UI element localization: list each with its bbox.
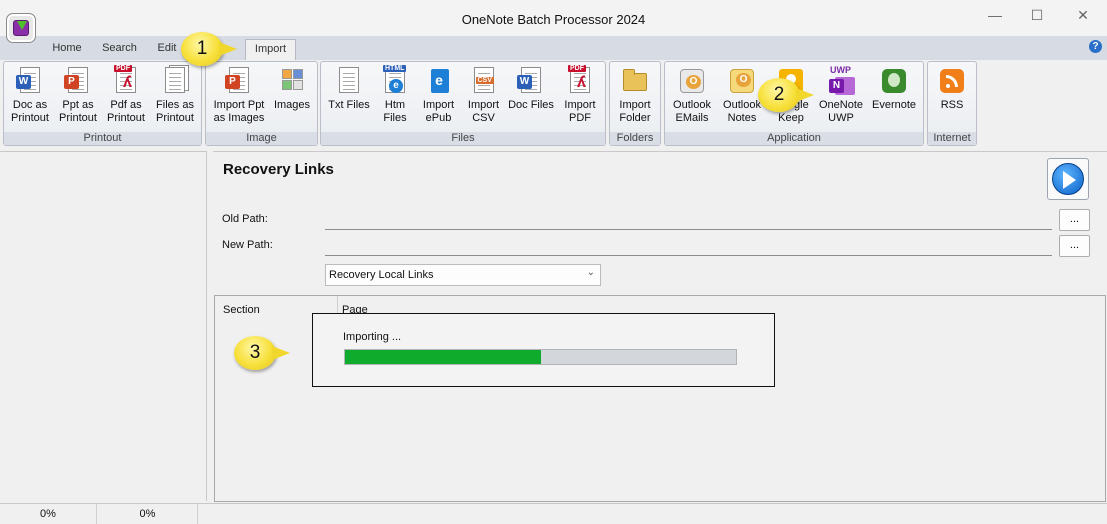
files-icon — [161, 65, 189, 97]
old-path-field[interactable] — [325, 210, 1052, 230]
maximize-button[interactable]: ☐ — [1025, 6, 1049, 26]
new-path-field[interactable] — [325, 236, 1052, 256]
group-label-image: Image — [206, 132, 317, 145]
chevron-down-icon: ⌄ — [586, 267, 595, 278]
import-csv-button[interactable]: CSV Import CSV — [461, 64, 506, 130]
app-logo-icon[interactable] — [6, 13, 36, 43]
onenote-uwp-button[interactable]: UWP N OneNote UWP — [815, 64, 867, 130]
tab-search[interactable]: Search — [97, 39, 142, 60]
notebook-tree-pane[interactable] — [0, 151, 207, 501]
folder-icon — [621, 67, 649, 97]
status-progress-2: 0% — [98, 504, 198, 524]
powerpoint-images-icon: P — [225, 67, 253, 97]
ribbon-group-files: Txt Files HTML e Htm Files e Import ePub … — [320, 61, 606, 146]
ribbon: W Doc as Printout P Ppt as Printout PDF ʎ… — [0, 60, 1107, 150]
title-bar: OneNote Batch Processor 2024 — ☐ ✕ — [0, 0, 1107, 43]
tab-home[interactable]: Home — [46, 39, 88, 60]
ribbon-group-folders: Import Folder Folders — [609, 61, 661, 146]
recovery-mode-select[interactable]: Recovery Local Links ⌄ — [325, 264, 601, 286]
onenote-uwp-icon: UWP N — [827, 65, 855, 97]
ribbon-group-internet: RSS Internet — [927, 61, 977, 146]
htm-files-button[interactable]: HTML e Htm Files — [374, 64, 416, 130]
column-header-section[interactable]: Section — [223, 304, 260, 316]
files-as-printout-button[interactable]: Files as Printout — [150, 64, 200, 130]
images-button[interactable]: Images — [270, 64, 314, 130]
epub-icon: e — [425, 67, 453, 97]
outlook-emails-icon: O — [678, 67, 706, 97]
word-doc-icon: W — [16, 67, 44, 97]
page-title: Recovery Links — [223, 161, 334, 178]
ribbon-group-image: P Import Ppt as Images Images Image — [205, 61, 318, 146]
new-path-browse-button[interactable]: ... — [1059, 235, 1090, 257]
callout-3: 3 — [234, 336, 290, 370]
callout-1: 1 — [181, 32, 237, 66]
doc-files-button[interactable]: W Doc Files — [506, 64, 556, 130]
evernote-icon — [880, 67, 908, 97]
window-title: OneNote Batch Processor 2024 — [461, 12, 646, 27]
txt-files-button[interactable]: Txt Files — [324, 64, 374, 130]
pdf-as-printout-button[interactable]: PDF ʎ Pdf as Printout — [102, 64, 150, 130]
help-icon[interactable]: ? — [1089, 40, 1102, 53]
status-progress-1: 0% — [0, 504, 97, 524]
minimize-button[interactable]: — — [983, 6, 1007, 26]
txt-file-icon — [335, 67, 363, 97]
run-button[interactable] — [1047, 158, 1089, 200]
group-label-internet: Internet — [928, 132, 976, 145]
group-label-printout: Printout — [4, 132, 201, 145]
import-epub-button[interactable]: e Import ePub — [416, 64, 461, 130]
progress-dialog: Importing ... — [312, 313, 775, 387]
ribbon-group-printout: W Doc as Printout P Ppt as Printout PDF ʎ… — [3, 61, 202, 146]
rss-icon — [938, 67, 966, 97]
import-ppt-as-images-button[interactable]: P Import Ppt as Images — [208, 64, 270, 130]
rss-button[interactable]: RSS — [929, 64, 975, 130]
doc-as-printout-button[interactable]: W Doc as Printout — [6, 64, 54, 130]
progress-bar — [344, 349, 737, 365]
tab-edit[interactable]: Edit — [151, 39, 183, 60]
import-pdf-button[interactable]: PDF ʎ Import PDF — [556, 64, 604, 130]
old-path-label: Old Path: — [222, 213, 268, 225]
outlook-emails-button[interactable]: O Outlook EMails — [667, 64, 717, 130]
csv-file-icon: CSV — [470, 67, 498, 97]
powerpoint-icon: P — [64, 67, 92, 97]
pdf-file-icon: PDF ʎ — [566, 65, 594, 97]
new-path-label: New Path: — [222, 239, 273, 251]
import-folder-button[interactable]: Import Folder — [611, 64, 659, 130]
outlook-notes-icon: O — [728, 67, 756, 97]
old-path-browse-button[interactable]: ... — [1059, 209, 1090, 231]
group-label-application: Application — [665, 132, 923, 145]
close-button[interactable]: ✕ — [1071, 6, 1095, 26]
ppt-as-printout-button[interactable]: P Ppt as Printout — [54, 64, 102, 130]
ribbon-tab-strip: Home Search Edit Import ? — [0, 36, 1107, 60]
progress-text: Importing ... — [343, 331, 402, 343]
callout-2: 2 — [758, 78, 814, 112]
group-label-files: Files — [321, 132, 605, 145]
pdf-icon: PDF ʎ — [112, 65, 140, 97]
tab-import[interactable]: Import — [245, 39, 296, 60]
html-file-icon: HTML e — [383, 65, 407, 93]
evernote-button[interactable]: Evernote — [867, 64, 921, 130]
status-bar: 0% 0% — [0, 503, 1107, 524]
images-icon — [278, 67, 306, 97]
progress-bar-fill — [345, 350, 541, 364]
group-label-folders: Folders — [610, 132, 660, 145]
word-files-icon: W — [517, 67, 545, 97]
